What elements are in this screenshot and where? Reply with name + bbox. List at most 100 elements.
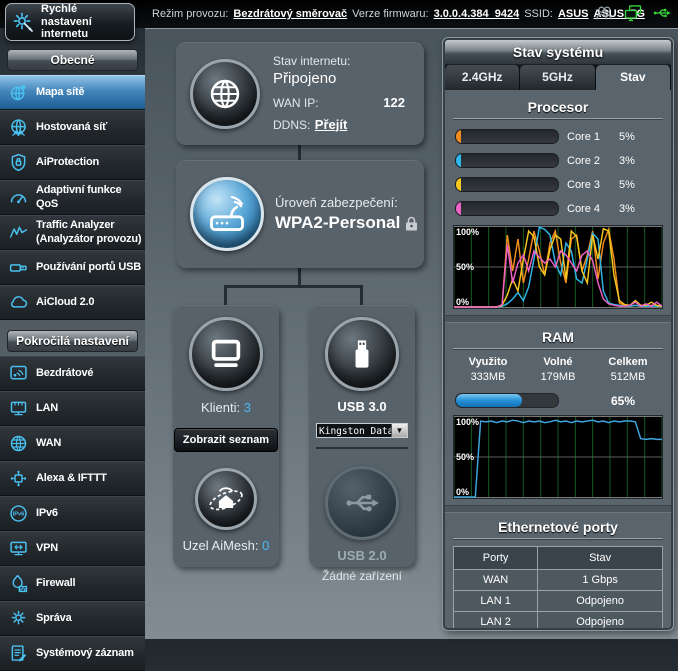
gear-icon: [8, 608, 29, 629]
sidebar-item-alexa-ifttt[interactable]: Alexa & IFTTT: [0, 461, 145, 496]
mode-label: Režim provozu:: [152, 8, 228, 20]
quick-internet-setup-button[interactable]: Rychlé nastavení internetu: [5, 3, 135, 41]
clients-panel: Klienti: 3 Zobrazit seznam Uzel AiMesh: …: [173, 305, 279, 567]
core3-usage-fill: [456, 178, 461, 191]
core2-label: Core 2: [567, 155, 611, 167]
usb3-device-icon[interactable]: [325, 317, 399, 391]
sidebar-item-label: VPN: [36, 542, 58, 555]
sidebar-item-guest-network[interactable]: Hostovaná síť: [0, 110, 145, 145]
core2-percent: 3%: [619, 155, 647, 167]
ram-stats: Využito 333MB Volné 179MB Celkem 512MB: [453, 356, 663, 383]
sidebar-item-aiprotection[interactable]: AiProtection: [0, 145, 145, 180]
axis-label-50: 50%: [456, 262, 474, 272]
sidebar-item-label: AiCloud 2.0: [36, 296, 94, 309]
topbar-icons: [594, 3, 672, 23]
network-map-icon: [8, 82, 29, 103]
sidebar-item-system-log[interactable]: Systémový záznam: [0, 636, 145, 671]
router-icon[interactable]: [190, 177, 264, 251]
topbar-status: Režim provozu: Bezdrátový směrovač Verze…: [152, 0, 645, 28]
dropdown-arrow-icon: ▼: [391, 424, 407, 437]
sidebar-item-label: Adaptivní funkce QoS: [36, 184, 142, 210]
clients-count: 3: [244, 400, 251, 415]
ram-usage-percent: 65%: [611, 394, 635, 408]
clients-label: Klienti:: [201, 400, 240, 415]
tab-5ghz[interactable]: 5GHz: [520, 65, 595, 90]
firmware-label: Verze firmwaru:: [352, 8, 428, 20]
ddns-link[interactable]: Přejít: [315, 117, 348, 132]
security-panel: Úroveň zabezpečení: WPA2-Personal: [176, 160, 424, 268]
usb2-status: Žádné zařízení: [322, 569, 402, 583]
sidebar-item-label: IPv6: [36, 507, 58, 520]
sidebar-item-wireless[interactable]: Bezdrátové: [0, 356, 145, 391]
clients-icon[interactable]: [189, 317, 263, 391]
tab-status[interactable]: Stav: [596, 65, 671, 90]
ssid-24-link[interactable]: ASUS: [558, 8, 589, 20]
sidebar-item-usb-application[interactable]: Používání portů USB: [0, 250, 145, 285]
cpu-core-row: Core 3 5%: [455, 177, 661, 192]
sidebar-item-traffic-analyzer[interactable]: Traffic Analyzer (Analyzátor provozu): [0, 215, 145, 250]
logout-icon[interactable]: [594, 3, 614, 23]
sidebar-item-label: Bezdrátové: [36, 367, 93, 380]
ipv6-icon: IPv6: [8, 503, 29, 524]
firmware-version-link[interactable]: 3.0.0.4.384_9424: [434, 8, 520, 20]
sidebar-item-label: Alexa & IFTTT: [36, 472, 107, 485]
sidebar-item-label: LAN: [36, 402, 58, 415]
port-cell: WAN: [454, 570, 538, 591]
ram-total-value: 512MB: [593, 371, 663, 383]
core4-usage-fill: [456, 202, 461, 215]
cpu-core-row: Core 4 3%: [455, 201, 661, 216]
usb2-device-icon[interactable]: [325, 466, 399, 540]
guest-network-icon: [8, 117, 29, 138]
sidebar-section-advanced: Pokročilá nastavení: [7, 330, 138, 352]
sidebar-item-qos[interactable]: Adaptivní funkce QoS: [0, 180, 145, 215]
internet-globe-icon[interactable]: [190, 59, 260, 129]
sidebar-item-aicloud[interactable]: AiCloud 2.0: [0, 285, 145, 320]
ram-free-label: Volné: [523, 356, 593, 368]
ram-free-value: 179MB: [523, 371, 593, 383]
divider-line: [453, 538, 663, 540]
sidebar-section-general: Obecné: [7, 49, 138, 71]
core4-usage-bar: [455, 201, 559, 216]
sidebar-item-label: Používání portů USB: [36, 261, 141, 274]
sidebar-item-wan[interactable]: WAN: [0, 426, 145, 461]
sidebar-item-ipv6[interactable]: IPv6 IPv6: [0, 496, 145, 531]
sidebar-item-administration[interactable]: Správa: [0, 601, 145, 636]
system-status-title: Stav systému: [445, 40, 671, 65]
usb2-label: USB 2.0: [337, 548, 386, 563]
core3-usage-bar: [455, 177, 559, 192]
sidebar: Obecné Mapa sítě Hostovaná síť AiProtect…: [0, 42, 145, 671]
operation-mode-link[interactable]: Bezdrátový směrovač: [233, 8, 347, 20]
core2-usage-fill: [456, 154, 461, 167]
table-row: WAN 1 Gbps: [454, 570, 663, 591]
axis-label-0: 0%: [456, 297, 469, 307]
usb-device-dropdown[interactable]: Kingston DataT ▼: [316, 423, 408, 438]
client-list-icon[interactable]: [623, 3, 643, 23]
aimesh-glyph: [204, 477, 248, 521]
system-status-panel: Stav systému 2.4GHz 5GHz Stav Procesor C…: [443, 38, 673, 630]
ram-section-title: RAM: [453, 329, 663, 345]
divider-line: [453, 348, 663, 350]
usb-drive-icon: [8, 257, 29, 278]
sidebar-item-lan[interactable]: LAN: [0, 391, 145, 426]
table-row: LAN 1 Odpojeno: [454, 591, 663, 612]
wan-ip-label: WAN IP:: [273, 96, 319, 110]
sidebar-item-network-map[interactable]: Mapa sítě: [0, 75, 145, 110]
view-client-list-button[interactable]: Zobrazit seznam: [174, 428, 278, 452]
aimesh-icon[interactable]: [195, 468, 257, 530]
sidebar-item-vpn[interactable]: VPN: [0, 531, 145, 566]
status-cell: Odpojeno: [538, 612, 663, 631]
port-cell: LAN 1: [454, 591, 538, 612]
globe-glyph: [204, 73, 246, 115]
ram-total-label: Celkem: [593, 356, 663, 368]
sidebar-item-label: Hostovaná síť: [36, 121, 107, 134]
sidebar-item-firewall[interactable]: Firewall: [0, 566, 145, 601]
firewall-flame-icon: [8, 573, 29, 594]
sidebar-item-label: Firewall: [36, 577, 75, 590]
core1-percent: 5%: [619, 131, 647, 143]
ddns-label: DDNS:: [273, 118, 310, 132]
tab-24ghz[interactable]: 2.4GHz: [445, 65, 520, 90]
connector-line: [224, 285, 227, 305]
security-level-value: WPA2-Personal: [275, 213, 400, 233]
usb-status-icon[interactable]: [652, 3, 672, 23]
table-header-row: Porty Stav: [454, 547, 663, 570]
